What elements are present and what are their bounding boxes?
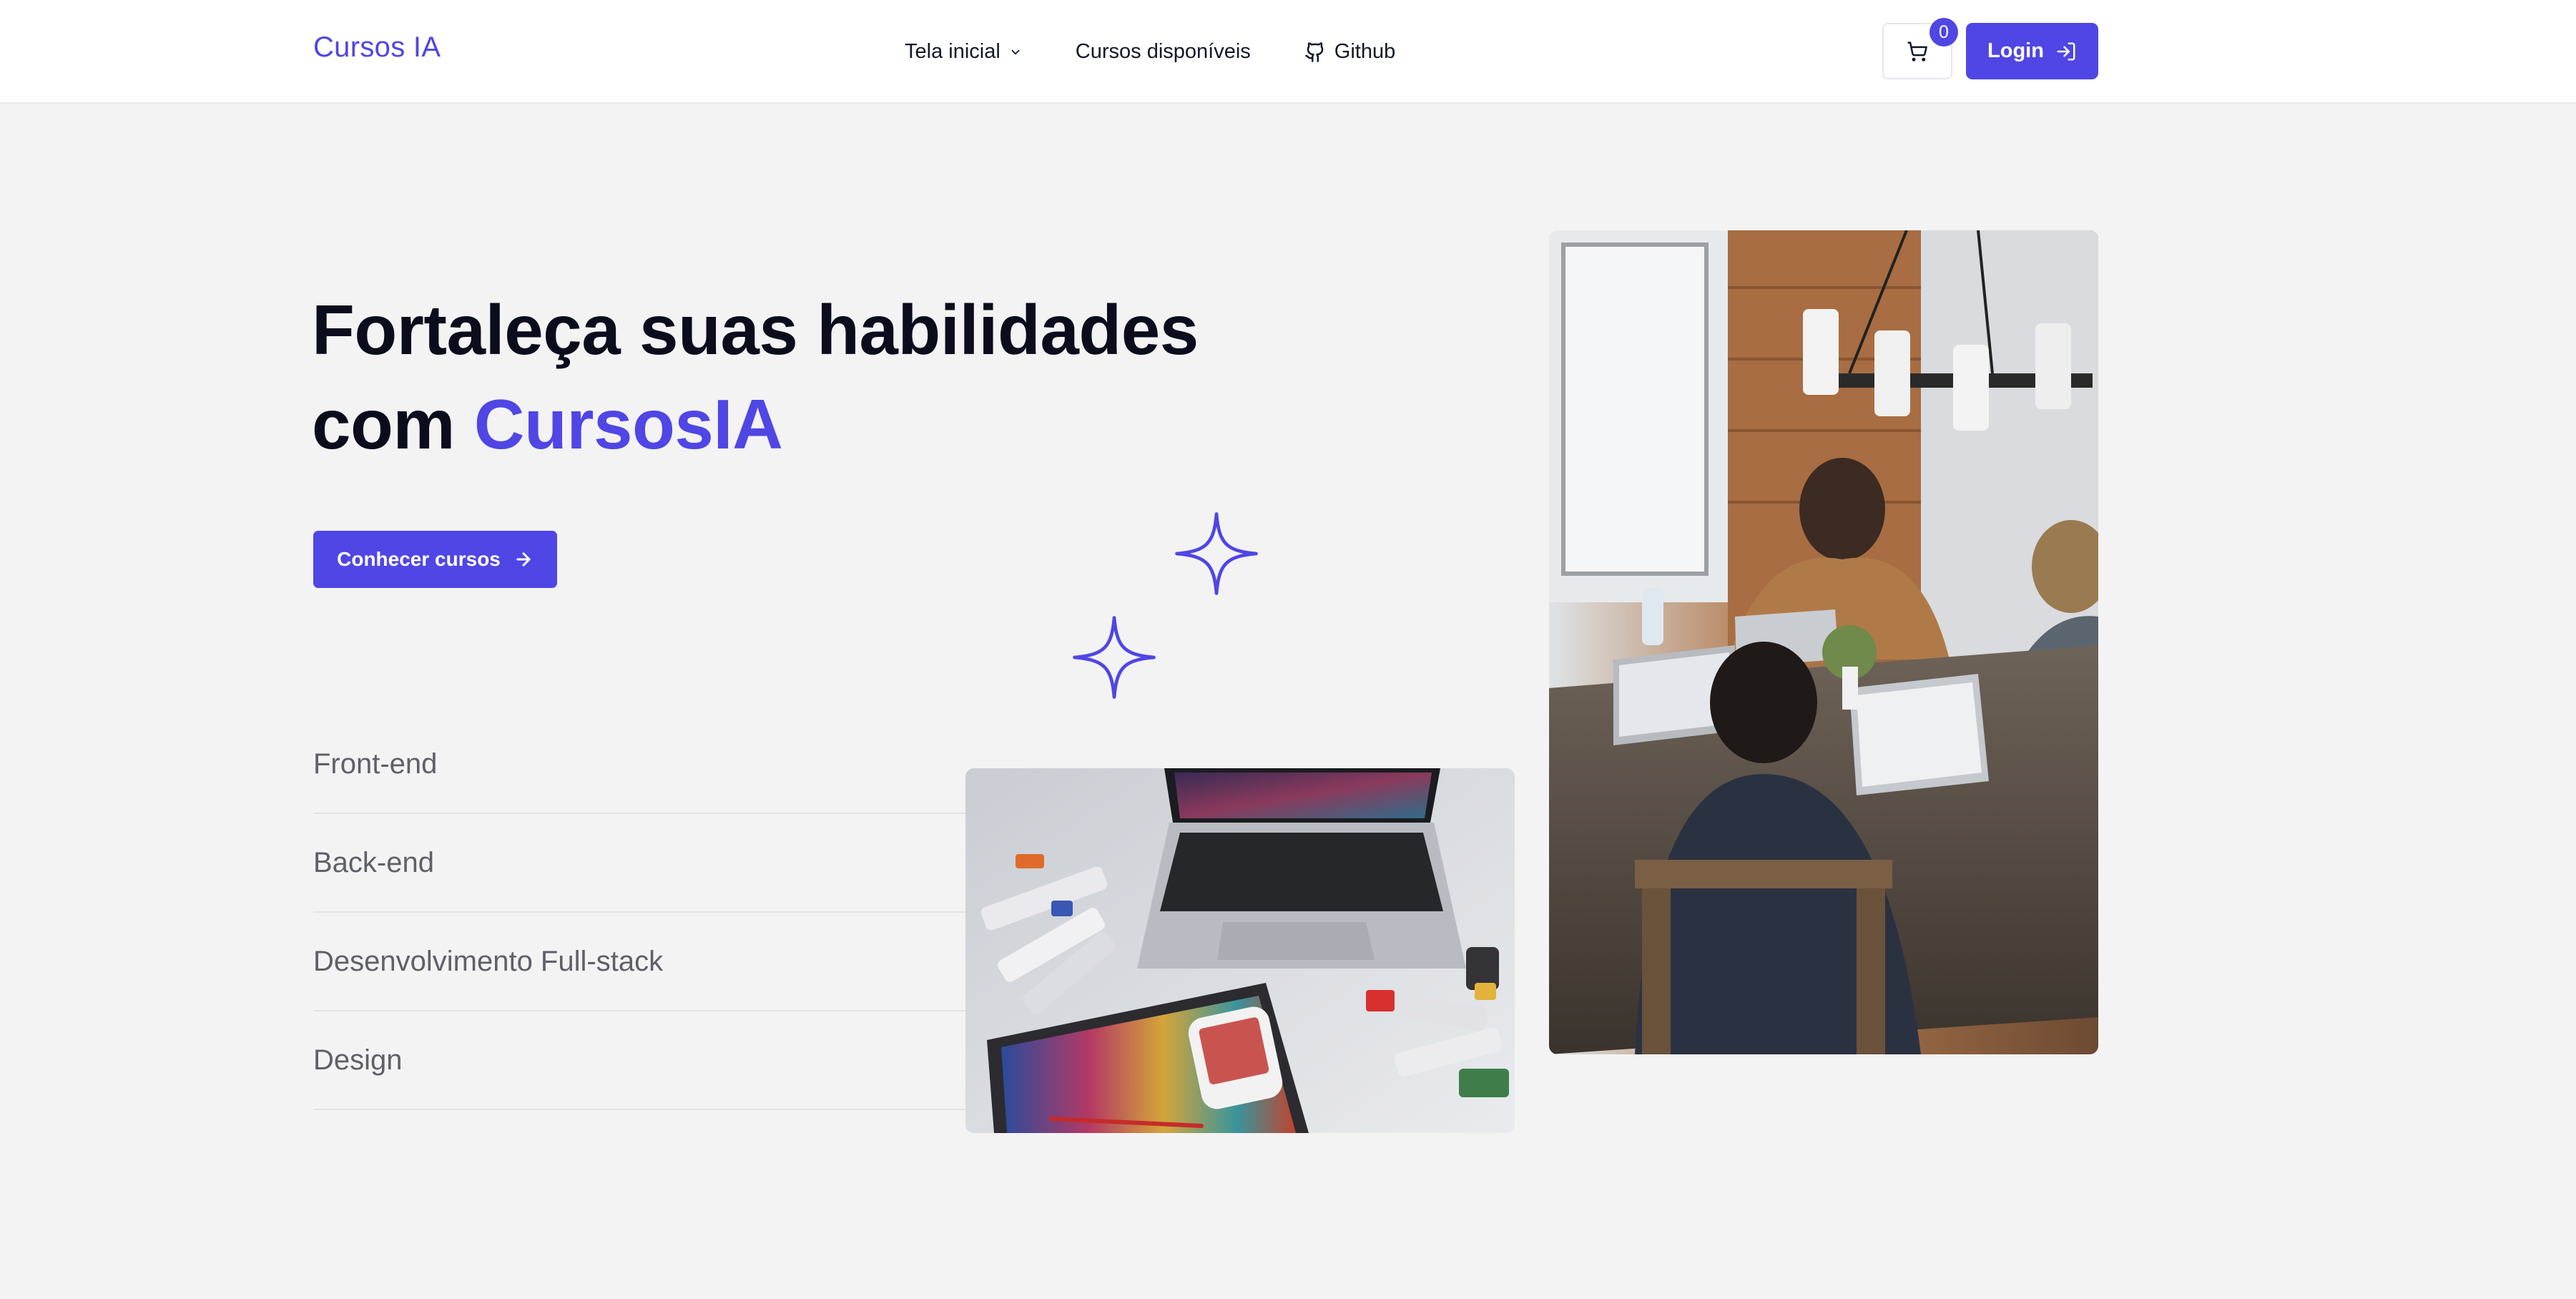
category-label: Design xyxy=(313,1044,403,1076)
team-working-on-laptops-photo xyxy=(1549,230,2098,1054)
login-button[interactable]: Login xyxy=(1966,23,2098,79)
nav-item-courses-label: Cursos disponíveis xyxy=(1075,40,1251,63)
login-icon xyxy=(2057,42,2075,60)
github-icon xyxy=(1305,41,1324,62)
category-list: Front-end Back-end Desenvolvimento Full-… xyxy=(313,715,1000,1110)
cart-icon xyxy=(1907,41,1927,62)
category-label: Front-end xyxy=(313,747,438,780)
nav-item-home-label: Tela inicial xyxy=(905,40,1001,63)
sparkle-icon xyxy=(1175,512,1258,595)
nav-item-home[interactable]: Tela inicial xyxy=(905,40,1022,64)
hero-title-prefix: com xyxy=(312,385,474,464)
category-item-fullstack[interactable]: Desenvolvimento Full-stack xyxy=(313,913,1000,1011)
hero-title-accent: CursosIA xyxy=(473,385,783,464)
chevron-down-icon xyxy=(1011,49,1020,54)
arrow-right-icon xyxy=(516,552,531,567)
category-item-design[interactable]: Design xyxy=(313,1011,1000,1110)
top-navbar: Cursos IA Tela inicial Cursos disponívei… xyxy=(0,0,2576,104)
category-item-backend[interactable]: Back-end xyxy=(313,814,1000,913)
sparkle-icon xyxy=(1073,616,1156,699)
explore-courses-label: Conhecer cursos xyxy=(337,548,501,570)
nav-item-github[interactable]: Github xyxy=(1304,40,1395,64)
category-item-frontend[interactable]: Front-end xyxy=(313,715,1000,814)
laptop-with-paints-photo xyxy=(965,768,1515,1133)
nav-item-courses[interactable]: Cursos disponíveis xyxy=(1076,40,1251,64)
cart-count-badge: 0 xyxy=(1929,18,1958,46)
nav-item-github-label: Github xyxy=(1334,40,1396,63)
category-label: Desenvolvimento Full-stack xyxy=(313,945,664,977)
hero-title: Fortaleça suas habilidades com CursosIA xyxy=(312,283,1242,471)
category-label: Back-end xyxy=(313,846,434,878)
brand-logo[interactable]: Cursos IA xyxy=(313,31,441,64)
login-button-label: Login xyxy=(1987,39,2044,62)
hero-title-line1: Fortaleça suas habilidades xyxy=(312,290,1199,369)
explore-courses-button[interactable]: Conhecer cursos xyxy=(313,531,557,588)
main-nav: Tela inicial Cursos disponíveis Github xyxy=(905,0,1395,104)
